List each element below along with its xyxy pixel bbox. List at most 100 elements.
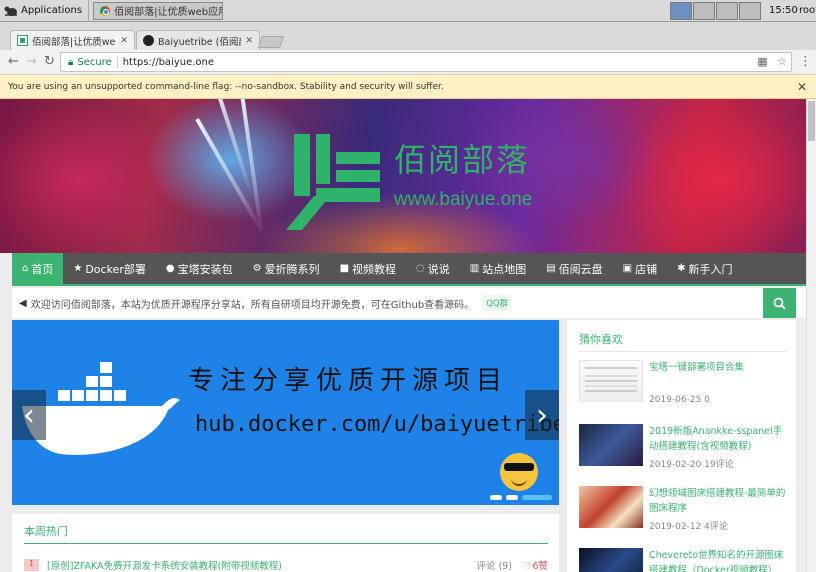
sidebar-divider (579, 351, 786, 352)
slider-dot[interactable] (490, 495, 502, 500)
close-infobar-icon[interactable]: ✕ (797, 80, 807, 94)
url-text: https://baiyue.one (122, 56, 215, 68)
post-thumbnail[interactable] (579, 424, 643, 466)
taskbar-window-button[interactable]: 佰阅部落|让优质web应用脱… (93, 1, 224, 20)
web-page: 佰阅部落 www.baiyue.one ⌂ 首页 ★ Docker部署 ● 宝塔安装包 ⚙ 爱… (0, 99, 806, 572)
nav-item-label: 店铺 (635, 262, 658, 276)
nav-item-0[interactable]: ⌂ 首页 (12, 253, 64, 284)
slider-dot-active[interactable] (522, 495, 552, 500)
post-thumbnail[interactable] (579, 360, 643, 402)
clock: 15:50 (769, 5, 798, 16)
forward-arrow-icon[interactable]: → (26, 54, 37, 69)
post-title[interactable]: Chevereto世界知名的开源图床搭建教程（Docker视频教程） (649, 548, 789, 572)
page-scrollbar[interactable] (806, 99, 816, 572)
secure-label: Secure (77, 56, 118, 68)
search-button[interactable] (763, 288, 796, 318)
nav-item-label: 佰阅云盘 (558, 262, 603, 276)
qq-group-link[interactable]: QQ群 (482, 295, 513, 311)
nav-item-1[interactable]: ★ Docker部署 (63, 253, 156, 284)
post-title[interactable]: 宝塔一键部署项目合集 (649, 360, 789, 375)
home-icon: ⌂ (22, 263, 29, 274)
main-nav: ⌂ 首页 ★ Docker部署 ● 宝塔安装包 ⚙ 爱折腾系列 ■ 视频教程 ◌ 说说 ▥ 站点地图 ▤ 佰阅… (12, 253, 806, 286)
address-bar[interactable]: 🔒︎ Secure https://baiyue.one ▦ ☆ (60, 52, 792, 72)
slide-headline: 专注分享优质开源项目 (188, 366, 509, 396)
nav-item-2[interactable]: ● 宝塔安装包 (156, 253, 243, 284)
nav-item-3[interactable]: ⚙ 爱折腾系列 (243, 253, 330, 284)
weekly-hot-panel: 本周热门 1 [原创]ZFAKA免费开源发卡系统安装教程(附带视频教程) 评论 … (12, 514, 559, 572)
comment-icon: ● (165, 263, 175, 274)
nav-item-label: 说说 (427, 262, 450, 276)
site-title: 佰阅部落 (394, 141, 531, 179)
post-meta: 2019-02-20 19评论 (649, 460, 734, 470)
hot-divider (24, 543, 548, 544)
sidebar-post[interactable]: 宝塔一键部署项目合集 2019-06-25 0 (579, 360, 789, 406)
taskbar: Applications 佰阅部落|让优质web应用脱… 15:50 root (0, 0, 816, 22)
lock-icon: 🔒︎ (68, 56, 74, 68)
hot-like-count[interactable]: ♡6赞 (524, 558, 548, 572)
sidebar-post[interactable]: 幻想领域图床搭建教程-最简单的图床程序 2019-02-12 4评论 (579, 486, 789, 532)
post-title[interactable]: 幻想领域图床搭建教程-最简单的图床程序 (649, 486, 789, 516)
bookmark-star-icon[interactable]: ☆ (777, 55, 787, 68)
scrollbar-thumb[interactable] (808, 101, 815, 141)
chrome-menu-icon[interactable]: ⋮ (799, 54, 812, 69)
nav-item-label: 新手入门 (688, 262, 733, 276)
workspace-1[interactable] (670, 2, 692, 20)
post-thumbnail[interactable] (579, 548, 643, 572)
sidebar-post[interactable]: Chevereto世界知名的开源图床搭建教程（Docker视频教程） (579, 548, 789, 572)
close-tab-icon[interactable]: ✕ (245, 36, 253, 46)
post-meta: 2019-02-12 4评论 (649, 522, 728, 532)
search-icon (773, 297, 786, 310)
tab-github[interactable]: Baiyuetribe (佰阅部落) ✕ (136, 30, 260, 50)
briefcase-icon: ▤ (546, 263, 556, 274)
nav-item-5[interactable]: ◌ 说说 (406, 253, 460, 284)
nav-item-9[interactable]: ✱ 新手入门 (667, 253, 742, 284)
hot-list-item[interactable]: 1 [原创]ZFAKA免费开源发卡系统安装教程(附带视频教程) 评论 (9) ♡… (24, 558, 548, 572)
hot-comment-count: 评论 (9) (476, 561, 512, 572)
back-arrow-icon[interactable]: ← (8, 54, 19, 69)
workspace-3[interactable] (716, 2, 738, 20)
slider-dot[interactable] (506, 495, 518, 500)
sidebar-title: 猜你喜欢 (579, 333, 623, 346)
site-logo-icon (286, 134, 380, 230)
browser-toolbar: ← → ↻ 🔒︎ Secure https://baiyue.one ▦ ☆ ⋮ (0, 50, 816, 75)
nav-item-6[interactable]: ▥ 站点地图 (460, 253, 536, 284)
sidebar-post[interactable]: 2019新版Anankke-sspanel手动搭建教程(含视频教程) 2019-… (579, 424, 789, 470)
docker-whale-icon (22, 362, 180, 455)
hot-rank-badge: 1 (24, 559, 39, 571)
nav-item-label: Docker部署 (85, 262, 146, 276)
translate-icon[interactable]: ▦ (757, 55, 767, 68)
omnibox-actions: ▦ ☆ (757, 55, 787, 68)
video-icon: ■ (339, 263, 350, 274)
chrome-icon (100, 5, 111, 16)
taskbar-window-label: 佰阅部落|让优质web应用脱… (114, 7, 222, 18)
gear-icon: ✱ (677, 263, 686, 274)
tab-baiyue[interactable]: 佰阅部落|让优质web应用脱… ✕ (10, 30, 135, 50)
nav-item-7[interactable]: ▤ 佰阅云盘 (536, 253, 612, 284)
sidebar-recommend-panel: 猜你喜欢 宝塔一键部署项目合集 2019-06-25 0 2019新版Anank… (567, 320, 796, 572)
sunglasses-emoji-icon (500, 453, 538, 491)
nav-item-8[interactable]: ▣ 店铺 (613, 253, 667, 284)
notice-text: 欢迎访问佰阅部落，本站为优质开源程序分享站，所有自研项目均开源免费，可在Gith… (30, 299, 475, 311)
slider-dots (490, 495, 556, 500)
new-tab-button[interactable] (257, 36, 285, 48)
applications-menu[interactable]: Applications (0, 0, 90, 22)
slider-next-button[interactable]: › (525, 390, 559, 440)
nav-item-label: 首页 (31, 262, 54, 276)
nav-item-4[interactable]: ■ 视频教程 (330, 253, 406, 284)
tab-title: 佰阅部落|让优质web应用脱… (32, 36, 116, 48)
workspace-switcher (670, 2, 762, 20)
hot-panel-title: 本周热门 (24, 525, 68, 538)
post-title[interactable]: 2019新版Anankke-sspanel手动搭建教程(含视频教程) (649, 424, 789, 454)
reload-icon[interactable]: ↻ (44, 54, 55, 69)
header-banner: 佰阅部落 www.baiyue.one (0, 99, 806, 253)
cogs-icon: ⚙ (252, 263, 262, 274)
post-thumbnail[interactable] (579, 486, 643, 528)
workspace-4[interactable] (739, 2, 761, 20)
hero-slider: 专注分享优质开源项目 hub.docker.com/u/baiyuetribe … (12, 320, 559, 505)
close-tab-icon[interactable]: ✕ (120, 36, 128, 46)
slider-prev-button[interactable]: ‹ (12, 390, 46, 440)
nav-item-label: 宝塔安装包 (177, 262, 233, 276)
hot-post-link[interactable]: [原创]ZFAKA免费开源发卡系统安装教程(附带视频教程) (47, 558, 466, 572)
baiyue-favicon-icon (17, 35, 28, 46)
workspace-2[interactable] (693, 2, 715, 20)
